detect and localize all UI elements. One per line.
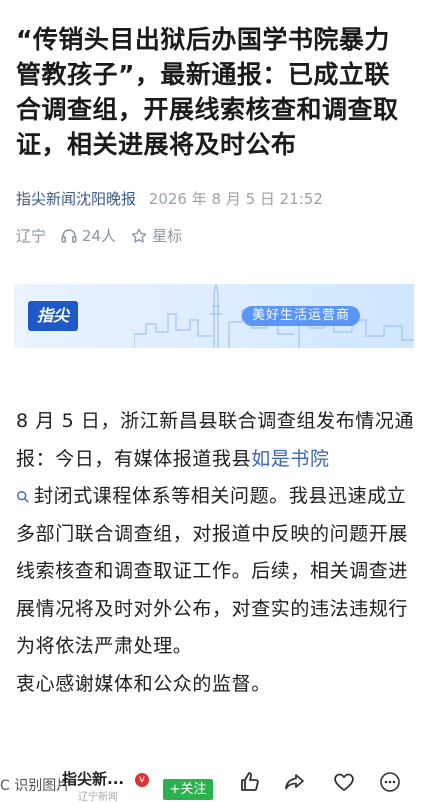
source-link[interactable]: 指尖新闻沈阳晚报 (16, 190, 136, 208)
region: 辽宁 (16, 227, 47, 245)
article-title: “传销头目出狱后办国学书院暴力管教孩子”，最新通报：已成立联合调查组，开展线索核… (16, 25, 399, 159)
content-fade (0, 710, 428, 760)
banner-slogan: 美好生活运营商 (242, 306, 361, 326)
heart-icon[interactable] (332, 770, 356, 794)
search-icon[interactable] (16, 490, 30, 504)
more-icon[interactable] (378, 770, 402, 794)
keyword-link[interactable]: 如是书院 (251, 448, 329, 470)
star-outline-icon (131, 228, 147, 243)
thumbs-up-icon[interactable] (238, 770, 262, 794)
article-body: 8 月 5 日，浙江新昌县联合调查组发布情况通报：今日，有媒体报道我县如是书院 … (16, 403, 416, 703)
publish-datetime: 2026 年 8 月 5 日 21:52 (148, 190, 323, 208)
article-meta: 指尖新闻沈阳晚报 2026 年 8 月 5 日 21:52 (16, 188, 323, 209)
body-text-1: 8 月 5 日，浙江新昌县联合调查组发布情况通报：今日，有媒体报道我县 (16, 410, 415, 470)
ad-banner[interactable]: 指尖 美好生活运营商 (14, 284, 414, 348)
verified-badge: v (135, 773, 149, 787)
channel-sub: 辽宁新闻 (78, 792, 118, 803)
listener-count: 24人 (82, 227, 117, 245)
article-meta-secondary: 辽宁 24人 星标 (16, 225, 196, 246)
listen-button[interactable]: 24人 (60, 225, 116, 246)
star-button[interactable]: 星标 (130, 225, 182, 246)
headphones-icon (61, 228, 77, 243)
follow-button[interactable]: +关注 (163, 779, 213, 800)
body-text-2: 封闭式课程体系等相关问题。我县迅速成立多部门联合调查组，对报道中反映的问题开展线… (16, 485, 409, 657)
recognize-image-button[interactable]: C 识别图片 (0, 775, 70, 795)
star-label: 星标 (152, 227, 183, 245)
body-text-3: 衷心感谢媒体和公众的监督。 (16, 672, 271, 695)
brand-logo: 指尖 (28, 301, 78, 331)
share-icon[interactable] (283, 770, 307, 794)
channel-name[interactable]: 指尖新... (62, 768, 124, 789)
